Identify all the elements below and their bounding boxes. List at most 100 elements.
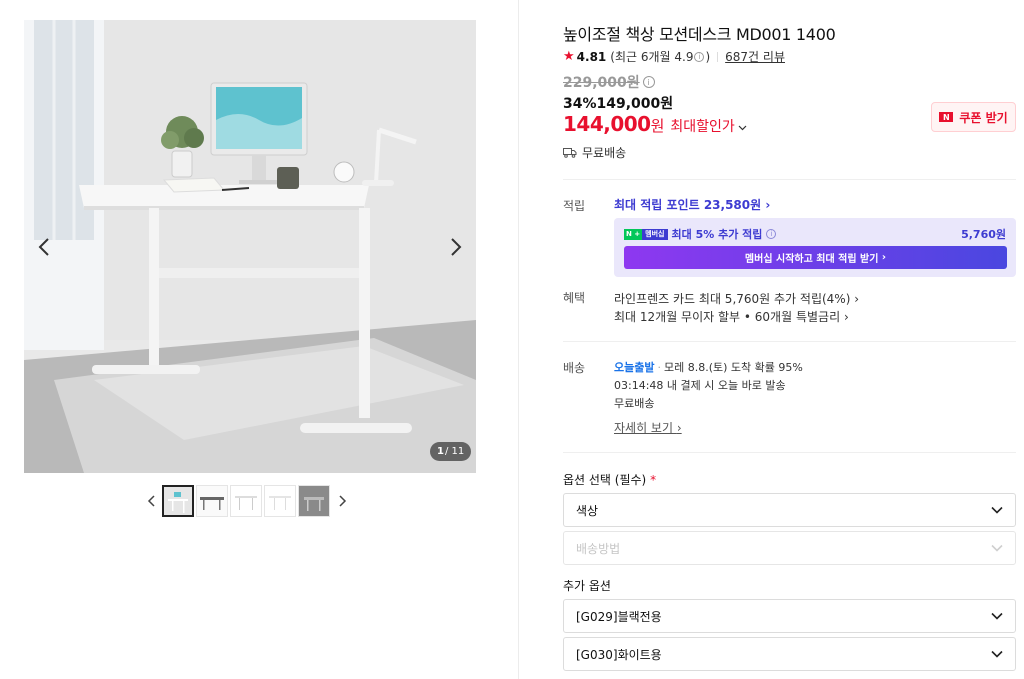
- membership-box: N + 멤버십 최대 5% 추가 적립 i 5,760원 멤버십 시작하고 최대…: [614, 218, 1016, 277]
- divider: [563, 341, 1016, 342]
- max-discount-label: 최대할인가: [670, 119, 735, 135]
- chevron-left-icon: [147, 495, 155, 507]
- recent-rating-close: ): [705, 49, 711, 64]
- divider: [563, 179, 1016, 180]
- free-shipping-row: 무료배송: [563, 144, 626, 161]
- membership-start-label: 멤버십 시작하고 최대 적립 받기: [744, 254, 879, 265]
- chevron-down-icon: [991, 506, 1003, 514]
- image-counter-current: 1: [437, 446, 444, 457]
- original-price-row: 229,000원 i: [563, 72, 655, 92]
- divider: [563, 452, 1016, 453]
- original-price: 229,000원: [563, 75, 640, 91]
- delivery-details-link[interactable]: 자세히 보기 ›: [614, 419, 682, 436]
- chevron-right-icon: [451, 238, 462, 256]
- thumb-prev-button[interactable]: [140, 485, 162, 517]
- review-count-link[interactable]: 687건 리뷰: [725, 48, 785, 65]
- chevron-right-icon: ›: [854, 292, 860, 306]
- main-product-image[interactable]: [24, 20, 476, 473]
- chevron-down-icon: [991, 650, 1003, 658]
- max-points-link[interactable]: 최대 적립 포인트 23,580원 ›: [614, 196, 770, 213]
- thumbnail-strip: [140, 485, 354, 517]
- membership-text: 최대 5% 추가 적립: [671, 228, 763, 241]
- chevron-down-icon: [738, 123, 747, 134]
- thumbnail-image: [231, 486, 261, 516]
- product-title: 높이조절 책상 모션데스크 MD001 1400: [563, 25, 836, 44]
- chevron-left-icon: [38, 238, 49, 256]
- naver-n-icon: N: [939, 112, 954, 122]
- points-label: 적립: [563, 199, 586, 213]
- chevron-right-icon: [339, 495, 347, 507]
- membership-amount: 5,760원: [961, 228, 1006, 241]
- membership-row: N + 멤버십 최대 5% 추가 적립 i 5,760원: [624, 226, 1006, 242]
- max-discount-price: 144,000: [563, 112, 651, 136]
- benefits-label: 혜택: [563, 291, 586, 305]
- thumb-next-button[interactable]: [332, 485, 354, 517]
- shipping-method-select[interactable]: 배송방법: [563, 531, 1016, 565]
- delivery-label: 배송: [563, 361, 586, 375]
- shipping-label: 무료배송: [582, 146, 627, 160]
- extra-option-black-value: [G029]블랙전용: [576, 609, 662, 624]
- arrival-estimate: 모레 8.8.(토) 도착 확률 95%: [663, 361, 803, 374]
- color-select[interactable]: 색상: [563, 493, 1016, 527]
- thumbnail-image: [299, 486, 329, 516]
- discount-price: 34%149,000원: [563, 96, 674, 112]
- option-select-title: 옵션 선택 (필수) *: [563, 471, 656, 488]
- thumbnail-2[interactable]: [196, 485, 228, 517]
- card-benefit-text: 라인프렌즈 카드 최대 5,760원 추가 적립(4%): [614, 292, 851, 306]
- naver-plus-badge-mark: N +: [624, 228, 643, 240]
- naver-plus-membership-badge: N + 멤버십: [624, 228, 668, 240]
- thumbnail-3[interactable]: [230, 485, 262, 517]
- info-icon[interactable]: i: [766, 229, 777, 239]
- info-icon[interactable]: i: [694, 51, 705, 62]
- thumbnail-1[interactable]: [162, 485, 194, 517]
- thumbnail-image: [265, 486, 295, 516]
- installment-link[interactable]: 최대 12개월 무이자 할부 • 60개월 특별금리 ›: [614, 308, 849, 325]
- recent-rating: (최근 6개월 4.9: [610, 50, 694, 64]
- extra-options-title: 추가 옵션: [563, 579, 611, 593]
- extra-option-white-value: [G030]화이트용: [576, 647, 662, 662]
- image-counter-total: / 11: [444, 446, 465, 457]
- thumbnail-image: [197, 486, 227, 516]
- max-points-text: 최대 적립 포인트 23,580원: [614, 198, 762, 212]
- chevron-right-icon: ›: [878, 252, 887, 263]
- delivery-fee: 무료배송: [614, 397, 655, 410]
- coupon-label: 쿠폰 받기: [959, 110, 1008, 125]
- rating-row: ★ 4.81 (최근 6개월 4.9 i ) 687건 리뷰: [563, 48, 785, 65]
- membership-start-button[interactable]: 멤버십 시작하고 최대 적립 받기 ›: [624, 246, 1007, 269]
- max-price-unit: 원: [650, 117, 665, 135]
- naver-plus-badge-label: 멤버십: [642, 228, 668, 240]
- delivery-details-label: 자세히 보기: [614, 421, 674, 435]
- chevron-down-icon: [991, 544, 1003, 552]
- thumbnail-image: [164, 487, 192, 515]
- color-select-value: 색상: [576, 503, 599, 518]
- option-select-label: 옵션 선택 (필수): [563, 473, 647, 487]
- required-mark: *: [650, 473, 657, 487]
- product-gallery: 1 / 11: [0, 0, 519, 679]
- chevron-right-icon: ›: [765, 198, 771, 212]
- prev-image-button[interactable]: [32, 232, 56, 262]
- delivery-arrival-row: 오늘출발 · 모레 8.8.(토) 도착 확률 95%: [614, 359, 803, 375]
- today-dispatch-badge: 오늘출발: [614, 361, 655, 374]
- installment-text: 최대 12개월 무이자 할부 • 60개월 특별금리: [614, 310, 841, 324]
- chevron-right-icon: ›: [843, 310, 849, 324]
- extra-option-black-select[interactable]: [G029]블랙전용: [563, 599, 1016, 633]
- star-icon: ★: [563, 49, 575, 64]
- rating-score: 4.81: [576, 49, 607, 64]
- shipping-method-value: 배송방법: [576, 541, 621, 556]
- chevron-right-icon: ›: [676, 421, 682, 435]
- divider: [717, 51, 719, 62]
- chevron-down-icon: [991, 612, 1003, 620]
- thumbnail-4[interactable]: [264, 485, 296, 517]
- thumbnail-5[interactable]: [298, 485, 330, 517]
- dispatch-timer: 03:14:48 내 결제 시 오늘 바로 발송: [614, 379, 786, 392]
- next-image-button[interactable]: [444, 232, 468, 262]
- card-benefit-link[interactable]: 라인프렌즈 카드 최대 5,760원 추가 적립(4%) ›: [614, 290, 859, 307]
- separator-dot: ·: [657, 361, 661, 374]
- desk-photo: [24, 20, 476, 473]
- max-discount-price-row[interactable]: 144,000 원 최대할인가: [563, 112, 747, 136]
- extra-option-white-select[interactable]: [G030]화이트용: [563, 637, 1016, 671]
- image-counter: 1 / 11: [430, 442, 472, 461]
- coupon-button[interactable]: N 쿠폰 받기: [931, 102, 1016, 132]
- truck-icon: [563, 148, 577, 158]
- price-info-icon[interactable]: i: [642, 76, 655, 88]
